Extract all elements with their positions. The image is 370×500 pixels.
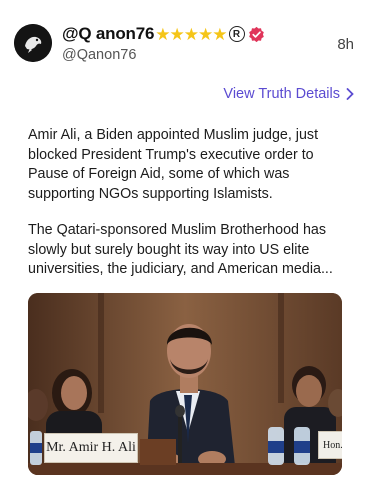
author-info: @Q anon76 ★ ★ ★ ★ ★ R @Qanon76 bbox=[62, 22, 265, 63]
star-icon: ★ bbox=[155, 24, 171, 44]
star-icon: ★ bbox=[198, 24, 214, 44]
post-body: Amir Ali, a Biden appointed Muslim judge… bbox=[28, 126, 346, 297]
chevron-right-icon bbox=[346, 88, 354, 100]
post-timestamp: 8h bbox=[337, 36, 354, 53]
username-handle[interactable]: @Qanon76 bbox=[62, 47, 265, 63]
star-icon: ★ bbox=[212, 24, 228, 44]
view-truth-details-label: View Truth Details bbox=[223, 86, 340, 102]
post-image[interactable]: Mr. Amir H. Ali Hon. bbox=[28, 293, 342, 475]
post-paragraph: Amir Ali, a Biden appointed Muslim judge… bbox=[28, 127, 319, 202]
post-paragraph: The Qatari-sponsored Muslim Brotherhood … bbox=[28, 222, 333, 277]
display-name-row: @Q anon76 ★ ★ ★ ★ ★ R bbox=[62, 22, 265, 46]
star-icon: ★ bbox=[183, 24, 199, 44]
avatar-logo-icon bbox=[14, 24, 52, 62]
post-header: @Q anon76 ★ ★ ★ ★ ★ R @Qanon76 8h bbox=[14, 22, 356, 70]
nameplate: Mr. Amir H. Ali bbox=[44, 433, 138, 463]
view-truth-details-link[interactable]: View Truth Details bbox=[223, 86, 354, 102]
avatar[interactable] bbox=[14, 24, 52, 62]
registered-icon: R bbox=[228, 26, 245, 42]
verified-badge-icon bbox=[248, 26, 264, 42]
star-icon: ★ bbox=[169, 24, 185, 44]
star-badges: ★ ★ ★ ★ ★ bbox=[155, 24, 228, 44]
nameplate-partial: Hon. bbox=[318, 431, 342, 459]
display-name[interactable]: @Q anon76 bbox=[62, 24, 154, 44]
